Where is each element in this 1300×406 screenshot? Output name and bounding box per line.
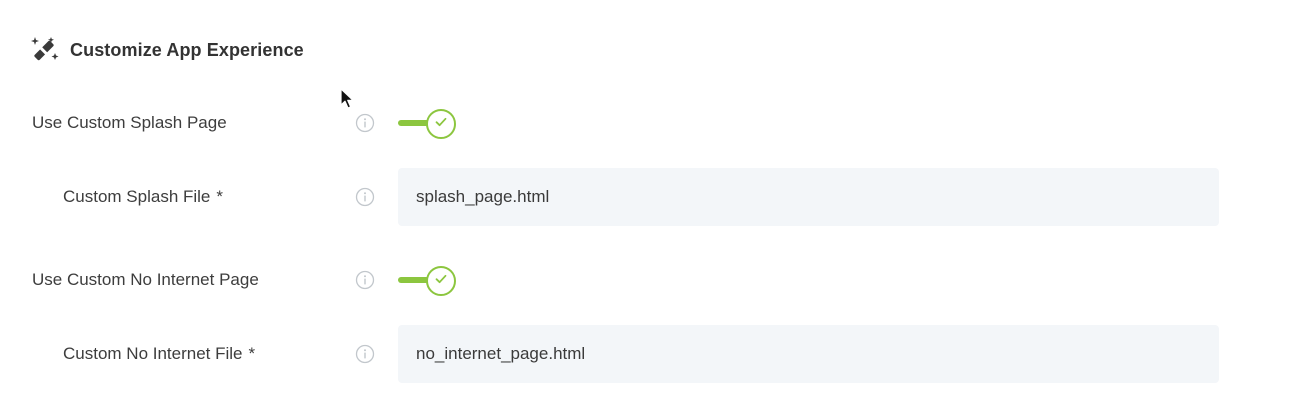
use-custom-splash-label: Use Custom Splash Page (32, 113, 227, 132)
required-marker: * (248, 344, 256, 363)
section-title: Customize App Experience (70, 39, 304, 60)
custom-no-internet-file-row: Custom No Internet File * (0, 325, 1300, 383)
toggle-knob (426, 109, 456, 139)
custom-splash-file-input[interactable] (398, 168, 1219, 226)
custom-no-internet-file-label-text: Custom No Internet File (63, 344, 243, 363)
use-custom-splash-row: Use Custom Splash Page (0, 94, 1300, 152)
info-icon[interactable] (355, 187, 375, 207)
use-custom-no-internet-label: Use Custom No Internet Page (32, 270, 259, 289)
required-marker: * (216, 187, 224, 206)
mouse-cursor-icon (340, 88, 356, 110)
use-custom-no-internet-toggle[interactable] (398, 265, 458, 296)
custom-no-internet-file-input[interactable] (398, 325, 1219, 383)
use-custom-no-internet-row: Use Custom No Internet Page (0, 251, 1300, 309)
info-icon[interactable] (355, 344, 375, 364)
section-header: Customize App Experience (30, 34, 304, 66)
custom-splash-file-row: Custom Splash File * (0, 168, 1300, 226)
magic-wand-icon (30, 35, 60, 65)
info-icon[interactable] (355, 113, 375, 133)
custom-no-internet-file-label: Custom No Internet File * (63, 325, 255, 383)
custom-splash-file-label: Custom Splash File * (63, 168, 223, 226)
toggle-knob (426, 266, 456, 296)
use-custom-splash-toggle[interactable] (398, 108, 458, 139)
info-icon[interactable] (355, 270, 375, 290)
checkmark-icon (434, 272, 448, 291)
custom-splash-file-label-text: Custom Splash File (63, 187, 211, 206)
checkmark-icon (434, 115, 448, 134)
